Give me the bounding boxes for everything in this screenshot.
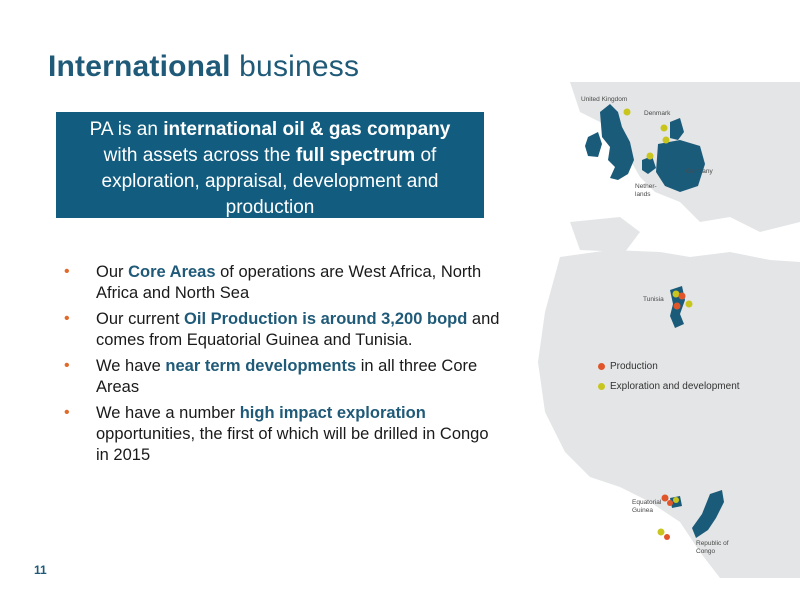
page-title: International business (48, 50, 359, 84)
legend-row-exploration: Exploration and development (598, 376, 740, 396)
production-dot (678, 292, 686, 300)
bullet-highlight: Core Areas (128, 263, 216, 281)
page-number: 11 (34, 563, 47, 577)
exploration-dot (623, 108, 631, 116)
exploration-dot (646, 152, 654, 160)
iberia-landmass (570, 217, 640, 252)
bullet-text: Our (96, 263, 129, 281)
exploration-dot (660, 124, 668, 132)
map-label-congo: Republic of Congo (696, 540, 729, 555)
map-label-line: lands (635, 190, 651, 198)
list-item: • We have a number high impact explorati… (64, 403, 504, 466)
callout-text: PA is an (89, 119, 164, 140)
production-dot (673, 302, 681, 310)
map-label-line: Republic of (696, 540, 729, 547)
list-item: • Our Core Areas of operations are West … (64, 262, 504, 304)
bullet-icon: • (64, 357, 70, 374)
bullet-highlight: high impact exploration (239, 404, 426, 422)
title-rest: business (239, 50, 360, 83)
map-label-line: Nether- (635, 183, 657, 190)
production-dot (667, 500, 673, 506)
map-label-germany: Germany (686, 168, 713, 175)
africa-landmass (538, 250, 800, 578)
bullet-icon: • (64, 404, 70, 421)
callout-bold: international oil & gas company (163, 119, 451, 140)
bullet-text: We have a number (96, 404, 240, 422)
bullet-highlight: Oil Production is around 3,200 bopd (184, 310, 468, 328)
legend-label: Production (610, 360, 658, 372)
legend-label: Exploration and development (610, 380, 740, 392)
legend-row-production: Production (598, 356, 740, 376)
exploration-dot (673, 497, 679, 503)
bullet-icon: • (64, 263, 70, 280)
bullet-icon: • (64, 310, 70, 327)
bullet-highlight: near term developments (165, 357, 357, 375)
bullet-text: Our current (96, 310, 185, 328)
bullet-text: opportunities, the first of which will b… (96, 425, 489, 464)
callout-text: with assets across the (103, 145, 296, 166)
list-item: • We have near term developments in all … (64, 356, 504, 398)
callout-bold: full spectrum (295, 145, 416, 166)
map-label-netherlands: Nether- lands (635, 183, 657, 198)
production-dot (664, 534, 670, 540)
map-label-tunisia: Tunisia (643, 296, 664, 303)
exploration-dot (672, 290, 680, 298)
map-legend: Production Exploration and development (598, 356, 740, 396)
exploration-dot (657, 528, 665, 536)
map-label-line: Congo (696, 547, 716, 555)
exploration-dot-icon (598, 382, 605, 390)
map-label-uk: United Kingdom (581, 96, 628, 103)
exploration-dot (662, 136, 670, 144)
production-dot (661, 494, 669, 502)
map-label-eq-guinea: Equatorial Guinea (632, 499, 661, 514)
production-dot-icon (598, 362, 605, 370)
bullet-text: We have (96, 357, 166, 375)
title-bold: International (48, 50, 231, 83)
ireland-shape (585, 132, 602, 157)
summary-callout: PA is an international oil & gas company… (56, 112, 484, 218)
list-item: • Our current Oil Production is around 3… (64, 309, 504, 351)
map-label-line: Equatorial (632, 499, 662, 506)
map-label-line: Guinea (632, 506, 653, 514)
map-label-denmark: Denmark (644, 110, 671, 117)
assets-map (538, 82, 800, 578)
exploration-dot (685, 300, 693, 308)
bullet-list: • Our Core Areas of operations are West … (64, 262, 504, 471)
